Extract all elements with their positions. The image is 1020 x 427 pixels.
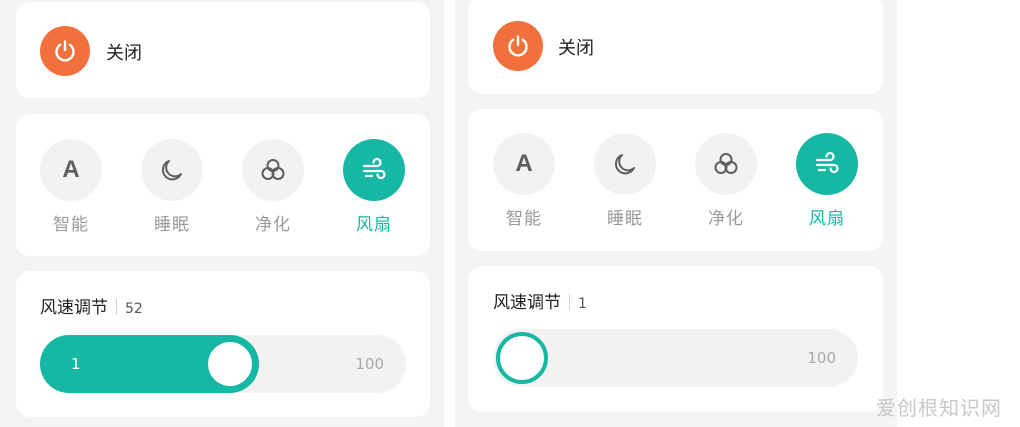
mode-smart-button[interactable]: A — [493, 133, 555, 195]
speed-title-row: 风速调节 1 — [493, 288, 587, 313]
mode-purify-label: 净化 — [708, 209, 744, 229]
letter-a-icon: A — [62, 156, 80, 183]
speed-title: 风速调节 — [40, 298, 108, 318]
speed-slider[interactable]: 1 100 — [40, 335, 406, 393]
mode-sleep-label: 睡眠 — [154, 215, 190, 235]
power-status-label: 关闭 — [558, 38, 594, 59]
purify-icon — [714, 153, 738, 174]
speed-card: 风速调节 1 100 — [468, 266, 883, 412]
device-panel-right: 关闭 A 智能 睡眠 净化 风扇 风速调节 1 100 — [455, 0, 897, 427]
power-status-label: 关闭 — [106, 43, 142, 64]
speed-slider-thumb[interactable] — [496, 332, 548, 384]
moon-icon — [162, 160, 182, 181]
mode-purify[interactable]: 净化 — [241, 139, 305, 235]
speed-card: 风速调节 52 1 100 — [16, 271, 430, 417]
mode-purify-button[interactable] — [242, 139, 304, 201]
power-card: 关闭 — [16, 2, 430, 98]
power-icon — [55, 40, 75, 62]
mode-card: A 智能 睡眠 净化 风扇 — [468, 109, 883, 251]
purify-icon — [261, 159, 285, 180]
mode-smart[interactable]: A 智能 — [39, 139, 103, 235]
mode-purify-button[interactable] — [695, 133, 757, 195]
mode-purify[interactable]: 净化 — [694, 133, 758, 229]
mode-fan[interactable]: 风扇 — [795, 133, 859, 229]
mode-smart[interactable]: A 智能 — [492, 133, 556, 229]
speed-value: 52 — [125, 301, 143, 317]
speed-value: 1 — [578, 296, 587, 312]
mode-fan[interactable]: 风扇 — [342, 139, 406, 235]
wind-icon — [362, 157, 386, 180]
mode-fan-button[interactable] — [796, 133, 858, 195]
mode-fan-button[interactable] — [343, 139, 405, 201]
speed-max-label: 100 — [807, 349, 836, 367]
mode-smart-label: 智能 — [53, 215, 89, 235]
speed-slider-thumb[interactable] — [204, 338, 256, 390]
power-button[interactable] — [493, 21, 543, 71]
mode-sleep-label: 睡眠 — [607, 209, 643, 229]
mode-sleep[interactable]: 睡眠 — [593, 133, 657, 229]
mode-fan-label: 风扇 — [809, 209, 845, 229]
mode-card: A 智能 睡眠 净化 风扇 — [16, 114, 430, 256]
mode-sleep-button[interactable] — [594, 133, 656, 195]
divider — [569, 294, 570, 310]
letter-a-icon: A — [515, 150, 533, 177]
mode-sleep-button[interactable] — [141, 139, 203, 201]
speed-max-label: 100 — [355, 355, 384, 373]
mode-smart-label: 智能 — [506, 209, 542, 229]
power-button[interactable] — [40, 26, 90, 76]
speed-slider[interactable]: 100 — [493, 329, 858, 387]
mode-fan-label: 风扇 — [356, 215, 392, 235]
wind-icon — [815, 151, 839, 174]
power-card: 关闭 — [468, 0, 883, 94]
power-icon — [508, 35, 528, 57]
speed-title: 风速调节 — [493, 293, 561, 313]
divider — [116, 299, 117, 315]
device-panel-left: 关闭 A 智能 睡眠 净化 风扇 风速调节 52 1 100 — [0, 0, 444, 427]
moon-icon — [615, 154, 635, 175]
watermark-text: 爱创根知识网 — [876, 396, 1002, 420]
mode-smart-button[interactable]: A — [40, 139, 102, 201]
mode-purify-label: 净化 — [255, 215, 291, 235]
speed-min-label: 1 — [71, 355, 81, 373]
mode-sleep[interactable]: 睡眠 — [140, 139, 204, 235]
speed-title-row: 风速调节 52 — [40, 293, 143, 318]
